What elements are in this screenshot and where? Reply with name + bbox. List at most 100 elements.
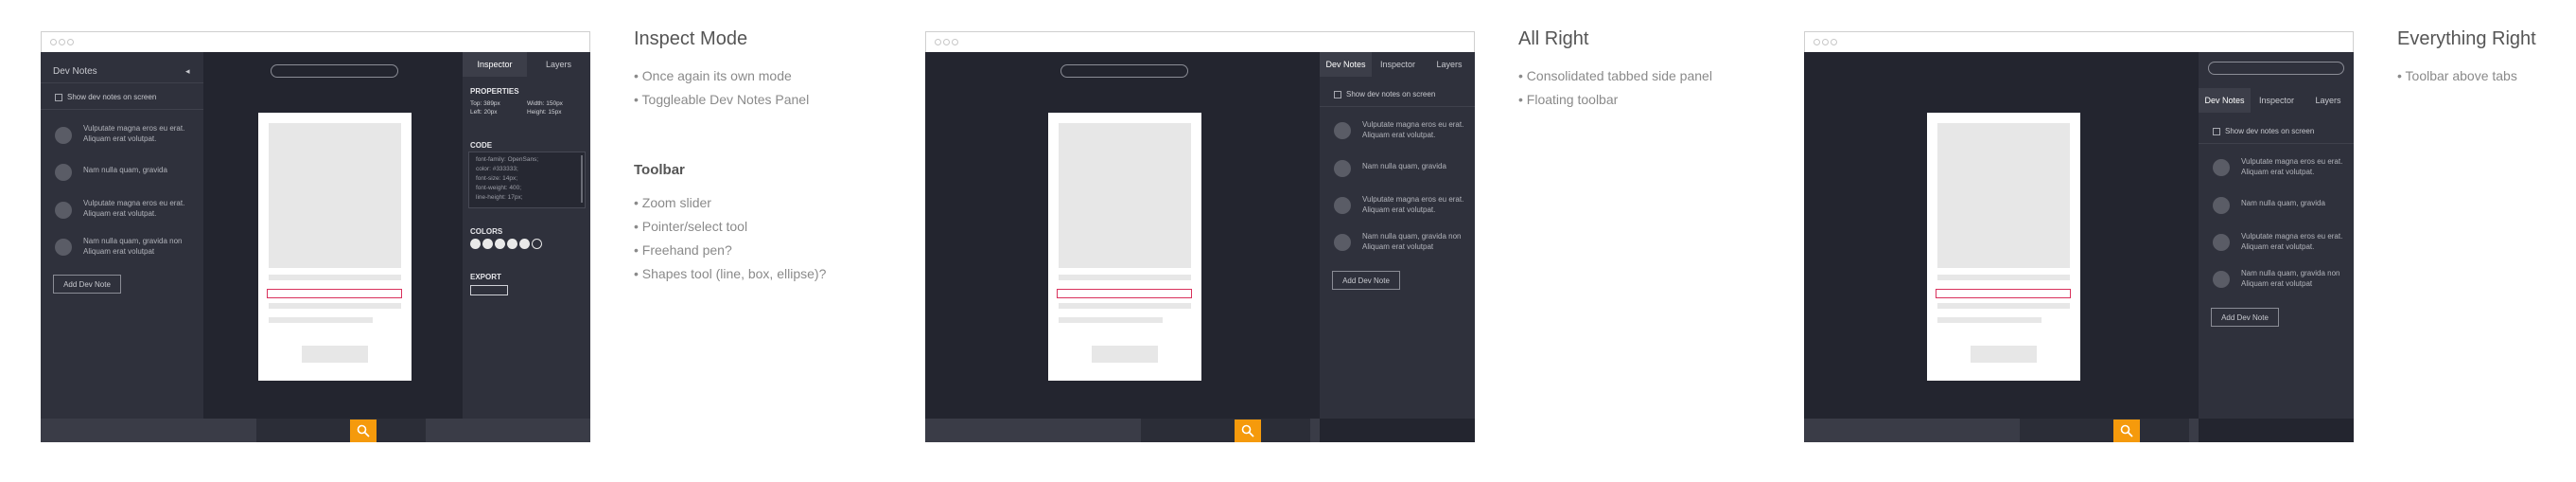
bullet: • Freehand pen? <box>634 242 732 258</box>
show-notes-label: Show dev notes on screen <box>1346 90 1436 98</box>
add-dev-note-button[interactable]: Add Dev Note <box>53 275 121 294</box>
dev-note-text[interactable]: Nam nulla quam, gravida <box>83 165 187 175</box>
avatar <box>2213 197 2230 214</box>
selected-layer[interactable] <box>1057 289 1192 298</box>
search-field[interactable] <box>271 64 398 78</box>
search-field[interactable] <box>1060 64 1188 78</box>
dev-note-text[interactable]: Vulputate magna eros eu erat. Aliquam er… <box>83 123 187 144</box>
text-placeholder <box>1937 317 2042 323</box>
color-swatch[interactable] <box>495 239 505 249</box>
window-titlebar <box>41 31 590 52</box>
bottom-toolbar <box>1804 419 2199 442</box>
zoom-button[interactable] <box>2113 420 2140 442</box>
dev-note-text[interactable]: Nam nulla quam, gravida non Aliquam erat… <box>83 236 187 257</box>
property-top: Top: 389px <box>470 100 500 107</box>
artboard[interactable] <box>1048 113 1201 381</box>
avatar <box>1334 197 1351 214</box>
window-control-icon[interactable] <box>943 39 950 45</box>
tab-inspector[interactable]: Inspector <box>1372 52 1424 77</box>
add-dev-note-button[interactable]: Add Dev Note <box>2211 308 2279 327</box>
section-title-everything-right: Everything Right <box>2397 28 2536 49</box>
show-notes-checkbox[interactable] <box>1334 91 1341 98</box>
inspector-panel: Inspector Layers PROPERTIES Top: 389px W… <box>463 52 590 419</box>
window-control-icon[interactable] <box>1831 39 1837 45</box>
avatar <box>55 239 72 256</box>
show-notes-label: Show dev notes on screen <box>67 93 157 101</box>
window-titlebar <box>925 31 1475 52</box>
code-heading: CODE <box>470 141 493 150</box>
mockup-window-inspect-mode: Dev Notes ◂ Show dev notes on screen Vul… <box>41 31 590 442</box>
code-block[interactable]: font-family: OpenSans; color: #333333; f… <box>468 152 586 208</box>
section-title-all-right: All Right <box>1518 28 1589 49</box>
window-control-icon[interactable] <box>952 39 958 45</box>
tab-layers[interactable]: Layers <box>527 52 590 77</box>
tab-layers[interactable]: Layers <box>1424 52 1475 77</box>
divider <box>41 82 203 83</box>
artboard[interactable] <box>1927 113 2080 381</box>
dev-note-text[interactable]: Nam nulla quam, gravida <box>2241 198 2345 208</box>
color-swatch[interactable] <box>519 239 530 249</box>
button-placeholder <box>1092 346 1158 363</box>
add-dev-note-button[interactable]: Add Dev Note <box>1332 271 1400 290</box>
window-control-icon[interactable] <box>1814 39 1820 45</box>
tab-inspector[interactable]: Inspector <box>2251 88 2303 113</box>
tab-layers[interactable]: Layers <box>2303 88 2354 113</box>
dev-note-text[interactable]: Vulputate magna eros eu erat. Aliquam er… <box>83 198 187 219</box>
divider <box>2199 143 2354 144</box>
code-scrollbar[interactable] <box>581 155 583 203</box>
divider <box>1320 106 1475 107</box>
bullet: • Zoom slider <box>634 195 711 210</box>
text-placeholder <box>1937 275 2070 280</box>
bullet: • Once again its own mode <box>634 68 792 83</box>
property-left: Left: 20px <box>470 109 498 116</box>
bullet: • Toolbar above tabs <box>2397 68 2517 83</box>
zoom-button[interactable] <box>350 420 377 442</box>
tab-inspector[interactable]: Inspector <box>463 52 527 77</box>
color-swatch[interactable] <box>532 239 542 249</box>
avatar <box>55 127 72 144</box>
dev-note-text[interactable]: Vulputate magna eros eu erat. Aliquam er… <box>1362 194 1466 215</box>
bullet: • Consolidated tabbed side panel <box>1518 68 1712 83</box>
color-swatch[interactable] <box>482 239 493 249</box>
selected-layer[interactable] <box>1936 289 2071 298</box>
selected-layer[interactable] <box>267 289 402 298</box>
export-heading: EXPORT <box>470 273 501 281</box>
dev-note-text[interactable]: Vulputate magna eros eu erat. Aliquam er… <box>1362 119 1466 140</box>
window-control-icon[interactable] <box>1822 39 1829 45</box>
properties-heading: PROPERTIES <box>470 87 519 96</box>
code-line: font-family: OpenSans; <box>476 156 539 163</box>
bullet: • Toggleable Dev Notes Panel <box>634 92 810 107</box>
zoom-button[interactable] <box>1235 420 1261 442</box>
dev-note-text[interactable]: Vulputate magna eros eu erat. Aliquam er… <box>2241 231 2345 252</box>
toolbar-center <box>2020 419 2189 442</box>
window-control-icon[interactable] <box>935 39 941 45</box>
tab-dev-notes[interactable]: Dev Notes <box>2199 88 2251 113</box>
artboard[interactable] <box>258 113 412 381</box>
image-placeholder <box>1937 123 2070 268</box>
show-notes-checkbox[interactable] <box>2213 128 2220 135</box>
show-notes-checkbox[interactable] <box>55 94 62 101</box>
dev-note-text[interactable]: Nam nulla quam, gravida non Aliquam erat… <box>1362 231 1466 252</box>
export-field[interactable] <box>470 285 508 295</box>
window-control-icon[interactable] <box>59 39 65 45</box>
collapse-icon[interactable]: ◂ <box>185 66 190 77</box>
color-swatch[interactable] <box>470 239 481 249</box>
dev-note-text[interactable]: Nam nulla quam, gravida <box>1362 161 1466 171</box>
toolbar-center <box>256 419 426 442</box>
text-placeholder <box>269 317 373 323</box>
section-title-inspect-mode: Inspect Mode <box>634 28 748 49</box>
tab-dev-notes[interactable]: Dev Notes <box>1320 52 1372 77</box>
dev-notes-title: Dev Notes <box>53 66 97 77</box>
divider <box>41 109 203 110</box>
toolbar-center <box>1141 419 1310 442</box>
avatar <box>2213 271 2230 288</box>
mockup-window-everything-right: Dev Notes Inspector Layers Show dev note… <box>1804 31 2354 442</box>
search-field[interactable] <box>2208 62 2344 75</box>
dev-note-text[interactable]: Nam nulla quam, gravida non Aliquam erat… <box>2241 268 2345 289</box>
window-control-icon[interactable] <box>67 39 74 45</box>
color-swatch[interactable] <box>507 239 517 249</box>
text-placeholder <box>1059 317 1163 323</box>
window-control-icon[interactable] <box>50 39 57 45</box>
magnifier-icon <box>357 424 370 437</box>
dev-note-text[interactable]: Vulputate magna eros eu erat. Aliquam er… <box>2241 156 2345 177</box>
